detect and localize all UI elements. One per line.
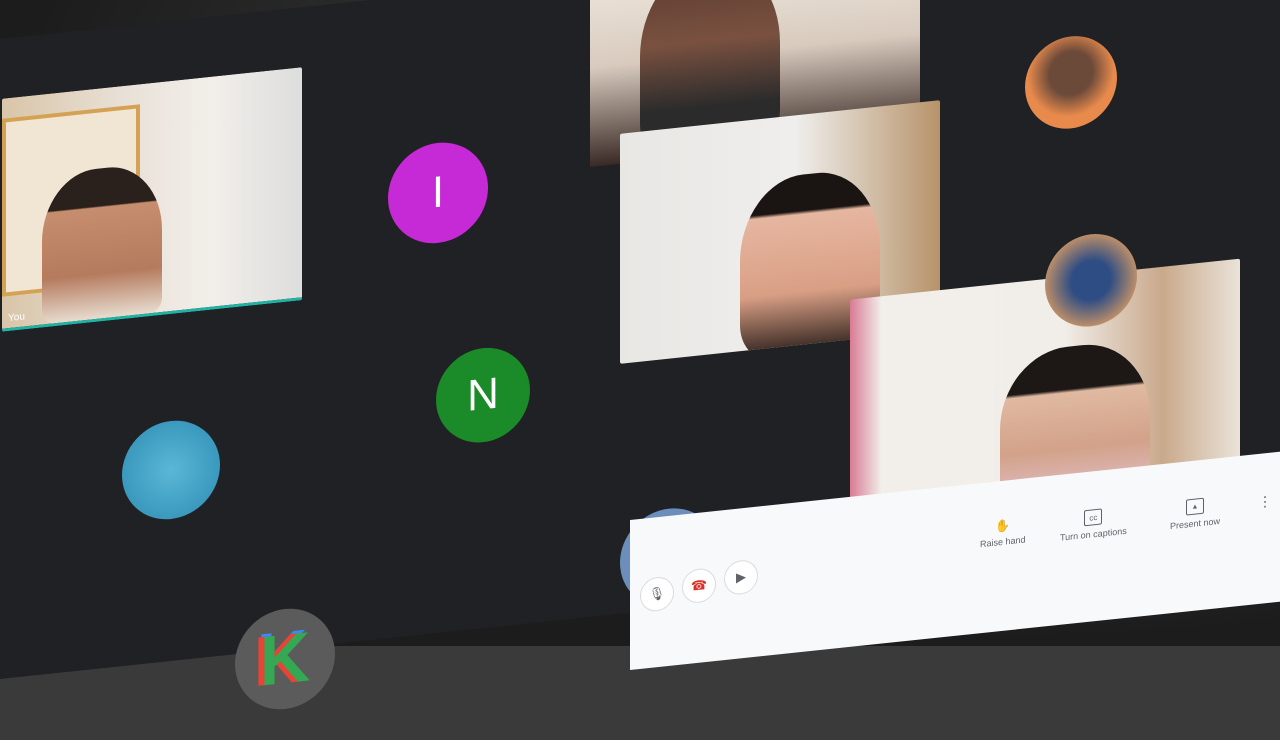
leave-call-button[interactable]: ☎ [682, 566, 716, 605]
captions-button[interactable]: cc Turn on captions [1060, 506, 1127, 543]
raise-hand-label: Raise hand [980, 534, 1026, 550]
raise-hand-button[interactable]: ✋ Raise hand [980, 516, 1026, 549]
present-icon: ▲ [1186, 497, 1205, 516]
present-label: Present now [1170, 515, 1221, 532]
captions-label: Turn on captions [1060, 525, 1127, 543]
self-name-label: You [8, 311, 25, 325]
avatar-letter-n[interactable]: N [436, 343, 530, 448]
hand-icon: ✋ [995, 518, 1011, 534]
mic-icon: 🎙 [648, 585, 666, 603]
avatar-letter-k-glyph: K [259, 617, 311, 701]
avatar-letter-k[interactable]: K [235, 603, 335, 715]
avatar-photo-3[interactable] [122, 415, 220, 525]
self-video-tile[interactable]: You [2, 67, 302, 332]
camera-icon: ▶ [736, 568, 746, 585]
more-options-icon[interactable]: ⋮ [1258, 493, 1272, 511]
camera-button[interactable]: ▶ [724, 558, 758, 597]
captions-icon: cc [1084, 508, 1103, 527]
mic-button[interactable]: 🎙 [640, 575, 674, 613]
avatar-letter-i[interactable]: I [388, 137, 488, 249]
present-button[interactable]: ▲ Present now [1170, 496, 1220, 531]
phone-icon: ☎ [690, 576, 708, 594]
avatar-photo-1[interactable] [1025, 31, 1117, 134]
